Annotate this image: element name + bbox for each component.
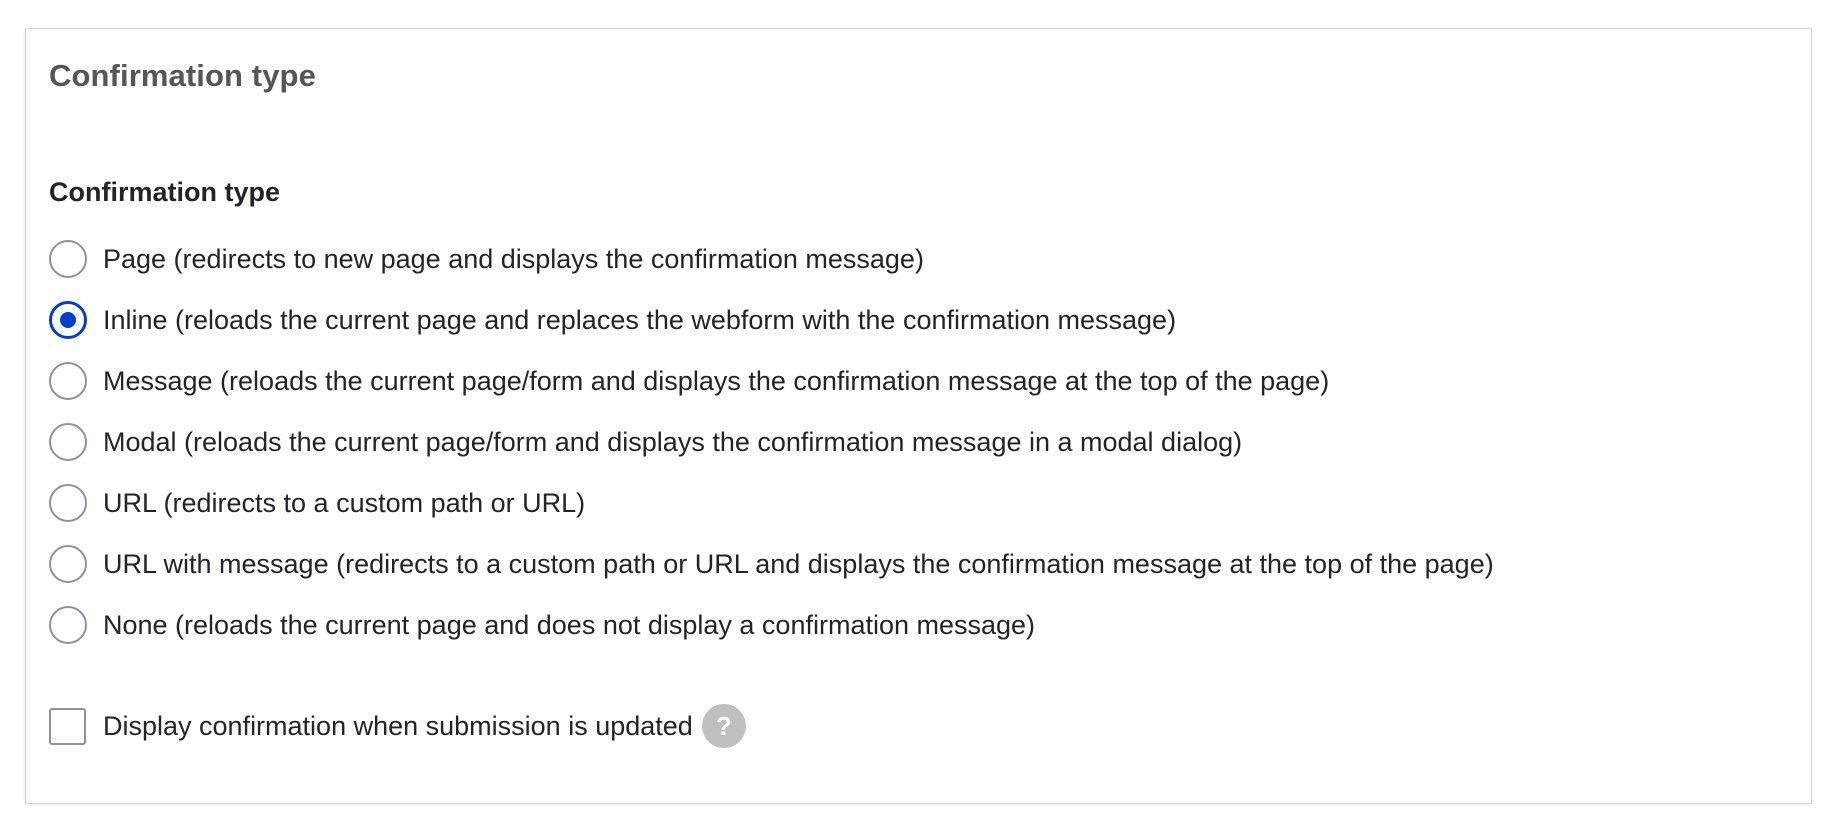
radio-button[interactable] — [49, 239, 87, 278]
radio-option-url-with-message[interactable]: URL with message (redirects to a custom … — [49, 533, 1494, 594]
radio-button[interactable] — [49, 361, 87, 400]
radio-option-page[interactable]: Page (redirects to new page and displays… — [49, 228, 1494, 289]
confirmation-type-label: Confirmation type — [49, 177, 281, 207]
radio-button[interactable] — [49, 422, 87, 461]
display-on-update-label: Display confirmation when submission is … — [103, 711, 693, 741]
radio-label: URL (redirects to a custom path or URL) — [103, 487, 586, 518]
radio-button[interactable] — [49, 300, 87, 339]
panel-title: Confirmation type — [49, 58, 316, 93]
radio-label: Message (reloads the current page/form a… — [103, 365, 1330, 396]
radio-label: URL with message (redirects to a custom … — [103, 548, 1494, 579]
radio-button[interactable] — [49, 544, 87, 583]
display-on-update-checkbox[interactable] — [49, 707, 86, 745]
radio-option-inline[interactable]: Inline (reloads the current page and rep… — [49, 289, 1494, 350]
radio-label: Modal (reloads the current page/form and… — [103, 426, 1243, 457]
radio-button[interactable] — [49, 605, 87, 644]
radio-label: Page (redirects to new page and displays… — [103, 243, 924, 274]
radio-option-message[interactable]: Message (reloads the current page/form a… — [49, 350, 1494, 411]
radio-option-url[interactable]: URL (redirects to a custom path or URL) — [49, 472, 1494, 533]
radio-label: None (reloads the current page and does … — [103, 609, 1036, 640]
confirmation-type-radio-group: Page (redirects to new page and displays… — [49, 228, 1494, 655]
radio-option-modal[interactable]: Modal (reloads the current page/form and… — [49, 411, 1494, 472]
display-on-update-option[interactable]: Display confirmation when submission is … — [49, 704, 746, 748]
radio-label: Inline (reloads the current page and rep… — [103, 304, 1177, 335]
radio-button[interactable] — [49, 483, 87, 522]
help-icon[interactable]: ? — [701, 704, 746, 748]
radio-option-none[interactable]: None (reloads the current page and does … — [49, 594, 1494, 655]
